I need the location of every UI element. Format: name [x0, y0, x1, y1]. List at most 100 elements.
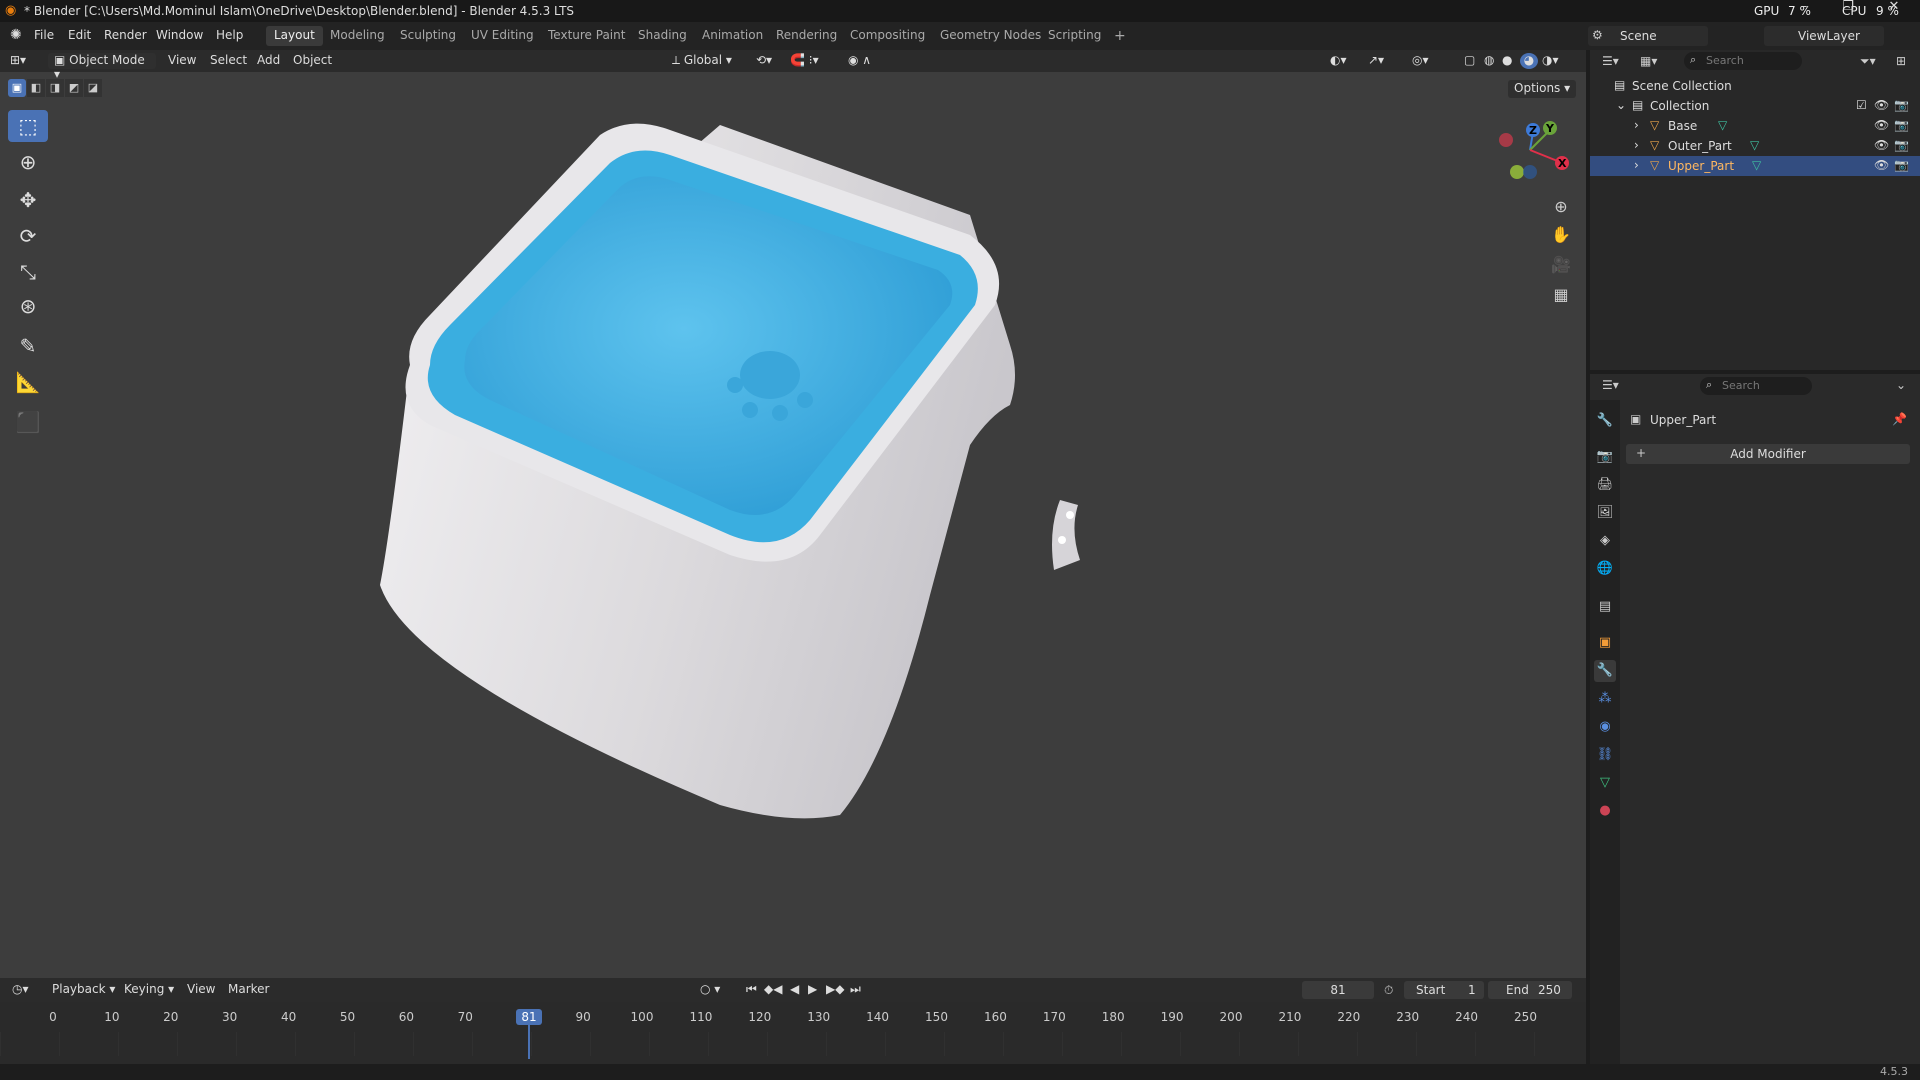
menu-file[interactable]: File: [34, 28, 54, 42]
select-new-icon[interactable]: ▣: [8, 79, 26, 97]
outliner-item-base[interactable]: › ▽ Base ▽ 👁 📷: [1590, 116, 1920, 136]
properties-search-input[interactable]: ⌕ Search: [1700, 377, 1812, 395]
material-shading-icon[interactable]: ◕: [1520, 53, 1538, 69]
visibility-icon[interactable]: ◐▾: [1330, 53, 1347, 69]
rotate-icon[interactable]: ⟳: [8, 220, 48, 252]
particles-tab-icon[interactable]: ⁂: [1594, 688, 1616, 710]
select-extend-icon[interactable]: ◧: [27, 79, 45, 97]
move-icon[interactable]: ✥: [8, 184, 48, 216]
tab-sculpting[interactable]: Sculpting: [392, 26, 464, 46]
eye-icon[interactable]: 👁: [1874, 118, 1889, 132]
transform-icon[interactable]: ⊛: [8, 290, 48, 322]
select-subtract-icon[interactable]: ◨: [46, 79, 64, 97]
viewport-menu-object[interactable]: Object: [293, 53, 332, 69]
proportional-edit-icon[interactable]: ◉ ∧: [848, 53, 871, 69]
tab-uv-editing[interactable]: UV Editing: [463, 26, 542, 46]
menu-render[interactable]: Render: [104, 28, 147, 42]
close-button[interactable]: ✕: [1880, 0, 1908, 17]
display-mode-icon[interactable]: ▦▾: [1640, 54, 1657, 68]
select-invert-icon[interactable]: ◩: [65, 79, 83, 97]
add-workspace-button[interactable]: +: [1106, 26, 1134, 46]
orientation-dropdown[interactable]: ⟂ Global ▾: [672, 53, 732, 69]
physics-tab-icon[interactable]: ◉: [1594, 716, 1616, 738]
view-layer-selector[interactable]: ViewLayer: [1764, 26, 1884, 46]
autokey-icon[interactable]: ○ ▾: [700, 982, 720, 998]
viewport-menu-select[interactable]: Select: [210, 53, 247, 69]
tab-scripting[interactable]: Scripting: [1040, 26, 1109, 46]
chevron-right-icon[interactable]: ›: [1634, 118, 1639, 132]
measure-icon[interactable]: 📐: [8, 366, 48, 398]
solid-shading-icon[interactable]: ●: [1502, 53, 1512, 69]
tab-layout[interactable]: Layout: [266, 26, 323, 46]
add-modifier-button[interactable]: + Add Modifier: [1626, 444, 1910, 464]
select-intersect-icon[interactable]: ◪: [84, 79, 102, 97]
jump-start-icon[interactable]: ⏮: [746, 982, 757, 998]
chevron-down-icon[interactable]: ⌄: [1616, 98, 1626, 112]
maximize-button[interactable]: ❐: [1834, 0, 1862, 17]
tool-tab-icon[interactable]: 🔧: [1594, 410, 1616, 432]
material-tab-icon[interactable]: ●: [1594, 800, 1616, 822]
timeline-menu-view[interactable]: View: [187, 982, 215, 998]
chevron-right-icon[interactable]: ›: [1634, 138, 1639, 152]
data-tab-icon[interactable]: ▽: [1594, 772, 1616, 794]
camera-icon[interactable]: 📷: [1894, 158, 1909, 172]
outliner-collection[interactable]: ⌄ ▤ Collection ☑ 👁 📷: [1590, 96, 1920, 116]
xray-icon[interactable]: ▢: [1464, 53, 1475, 69]
rendered-shading-icon[interactable]: ◑▾: [1542, 53, 1559, 69]
camera-icon[interactable]: 📷: [1894, 98, 1909, 112]
viewport-menu-add[interactable]: Add: [257, 53, 280, 69]
eye-icon[interactable]: 👁: [1874, 98, 1889, 112]
tab-geometry-nodes[interactable]: Geometry Nodes: [932, 26, 1049, 46]
outliner-search-input[interactable]: ⌕ Search: [1684, 52, 1802, 70]
blender-menu-icon[interactable]: ✺: [10, 27, 22, 43]
tab-texture-paint[interactable]: Texture Paint: [540, 26, 633, 46]
stopwatch-icon[interactable]: ⏱: [1384, 983, 1393, 998]
object-mode-dropdown[interactable]: ▣ Object Mode ▾: [48, 53, 156, 81]
modifier-tab-icon[interactable]: 🔧: [1594, 660, 1616, 682]
timeline-menu-marker[interactable]: Marker: [228, 982, 269, 998]
camera-icon[interactable]: 📷: [1894, 118, 1909, 132]
prev-keyframe-icon[interactable]: ◆◀: [764, 982, 782, 998]
timeline-editor-icon[interactable]: ◷▾: [12, 982, 29, 998]
minimize-button[interactable]: –: [1790, 0, 1818, 17]
pivot-icon[interactable]: ⟲▾: [756, 53, 772, 69]
add-cube-icon[interactable]: ⬛: [8, 406, 48, 438]
chevron-right-icon[interactable]: ›: [1634, 158, 1639, 172]
wireframe-shading-icon[interactable]: ◍: [1484, 53, 1494, 69]
tab-rendering[interactable]: Rendering: [768, 26, 845, 46]
outliner-scene-collection[interactable]: ▤ Scene Collection: [1590, 76, 1920, 96]
object-tab-icon[interactable]: ▣: [1594, 632, 1616, 654]
view-layer-tab-icon[interactable]: 🖼: [1594, 502, 1616, 524]
overlay-icon[interactable]: ◎▾: [1412, 53, 1429, 69]
camera-icon[interactable]: 📷: [1894, 138, 1909, 152]
outliner-item-outer-part[interactable]: › ▽ Outer_Part ▽ 👁 📷: [1590, 136, 1920, 156]
tab-modeling[interactable]: Modeling: [322, 26, 393, 46]
render-tab-icon[interactable]: 📷: [1594, 446, 1616, 468]
tab-animation[interactable]: Animation: [694, 26, 771, 46]
next-keyframe-icon[interactable]: ▶◆: [826, 982, 844, 998]
chevron-down-icon[interactable]: ⌄: [1896, 378, 1906, 392]
start-frame-field[interactable]: Start 1: [1404, 981, 1484, 999]
editor-type-icon[interactable]: ⊞▾: [10, 53, 26, 69]
eye-icon[interactable]: 👁: [1874, 158, 1889, 172]
outliner-item-upper-part[interactable]: › ▽ Upper_Part ▽ 👁 📷: [1590, 156, 1920, 176]
collection-checkbox-icon[interactable]: ☑: [1856, 98, 1867, 112]
output-tab-icon[interactable]: 🖨: [1594, 474, 1616, 496]
cursor-icon[interactable]: ⊕: [8, 146, 48, 178]
tab-compositing[interactable]: Compositing: [842, 26, 933, 46]
outliner-editor-icon[interactable]: ☰▾: [1602, 54, 1619, 68]
new-collection-icon[interactable]: ⊞: [1896, 54, 1906, 68]
gizmo-toggle-icon[interactable]: ↗▾: [1368, 53, 1384, 69]
playhead-frame[interactable]: 81: [516, 1009, 542, 1025]
eye-icon[interactable]: 👁: [1874, 138, 1889, 152]
menu-edit[interactable]: Edit: [68, 28, 91, 42]
camera-view-icon[interactable]: 🎥: [1548, 252, 1574, 278]
scene-selector[interactable]: ⚙ Scene: [1588, 26, 1708, 46]
zoom-icon[interactable]: ⊕: [1548, 194, 1574, 220]
timeline-menu-playback[interactable]: Playback ▾: [52, 982, 115, 998]
bowl-3d-model[interactable]: [370, 115, 1150, 825]
viewport-menu-view[interactable]: View: [168, 53, 196, 69]
select-box-icon[interactable]: ⬚: [8, 110, 48, 142]
options-dropdown[interactable]: Options ▾: [1508, 80, 1577, 98]
pin-icon[interactable]: 📌: [1892, 412, 1907, 426]
